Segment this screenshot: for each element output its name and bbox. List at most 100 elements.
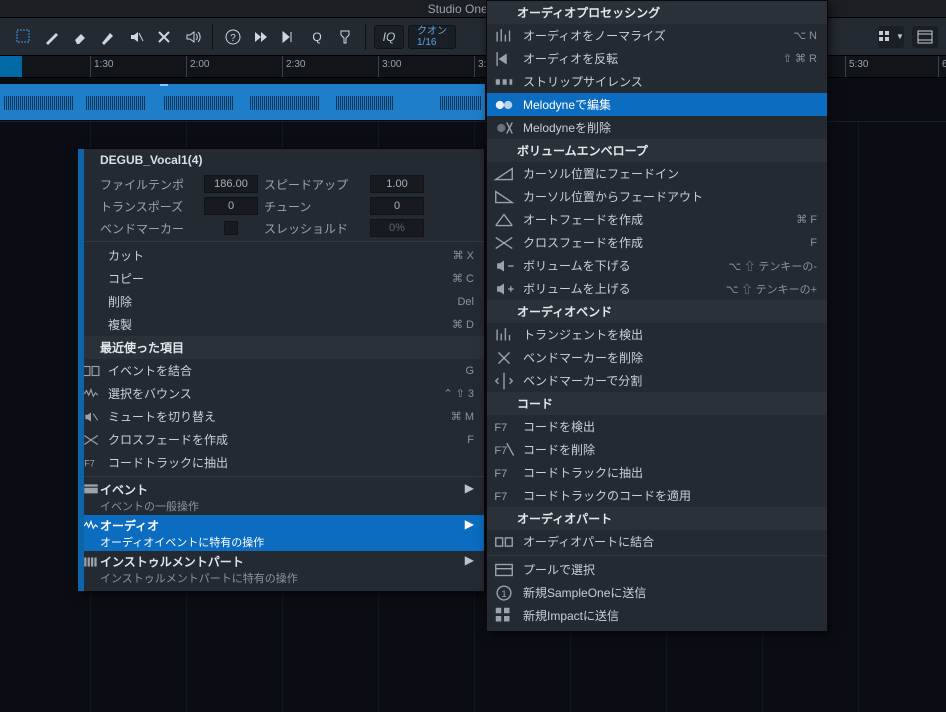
transpose-value[interactable]: 0 [204,197,258,215]
speedup-label: スピードアップ [264,176,364,193]
menu-extract-chord-track[interactable]: F7 コードトラックに抽出 [78,451,484,474]
svg-text:F7: F7 [494,445,507,457]
menu-clip-name: DEGUB_Vocal1(4) [78,149,484,173]
sub-strip-silence[interactable]: ストリップサイレンス [487,70,827,93]
menu-cut[interactable]: カット ⌘ X [78,244,484,267]
selection-tool-icon[interactable] [12,25,36,49]
menu-accent-bar [78,149,84,591]
ruler-tick [378,56,379,77]
split-tool-icon[interactable] [152,25,176,49]
sub-send-sampleone[interactable]: 1 新規SampleOneに送信 [487,581,827,604]
paint-tool-icon[interactable] [96,25,120,49]
ruler-tick [186,56,187,77]
sub-split-bend-markers[interactable]: ベンドマーカーで分割 [487,369,827,392]
sub-select-in-pool[interactable]: プールで選択 [487,558,827,581]
transpose-label: トランスポーズ [100,198,198,215]
sub-melodyne-edit[interactable]: Melodyneで編集 [487,93,827,116]
sub-delete-chords[interactable]: F7 コードを削除 [487,438,827,461]
crossfade-icon [493,235,515,251]
film-view-icon[interactable] [912,26,938,48]
transient-icon [493,327,515,343]
sub-crossfade[interactable]: クロスフェードを作成 F [487,231,827,254]
svg-text:F7: F7 [494,422,507,434]
grid-view-icon[interactable]: ▼ [878,26,904,48]
menu-create-crossfade[interactable]: クロスフェードを作成 F [78,428,484,451]
svg-text:1: 1 [501,589,506,600]
bend-marker-checkbox[interactable] [224,221,238,235]
menu-recent-header: 最近使った項目 [78,336,484,359]
sub-autofade[interactable]: オートフェードを作成 ⌘ F [487,208,827,231]
menu-copy[interactable]: コピー ⌘ C [78,267,484,290]
menu-group-audio[interactable]: オーディオ オーディオイベントに特有の操作 ▶ [78,515,484,551]
chord-detect-icon: F7 [493,419,515,435]
param-bend-row: ベンドマーカー スレッショルド 0% [78,217,484,239]
menu-group-event[interactable]: イベント イベントの一般操作 ▶ [78,479,484,515]
file-tempo-value[interactable]: 186.00 [204,175,258,193]
audio-group-icon [82,517,100,538]
sampleone-icon: 1 [493,585,515,601]
action-icon[interactable] [333,25,357,49]
tab-forward-icon[interactable] [277,25,301,49]
help-icon[interactable]: ? [221,25,245,49]
bend-delete-icon [493,350,515,366]
erase-tool-icon[interactable] [68,25,92,49]
quantize-icon[interactable]: Q [305,25,329,49]
draw-tool-icon[interactable] [40,25,64,49]
sub-vol-down[interactable]: ボリュームを下げる ⌥ ⇧ テンキーの- [487,254,827,277]
melodyne-delete-icon [493,120,515,136]
ruler-start-marker[interactable] [0,56,22,77]
threshold-label: スレッショルド [264,220,364,237]
sub-melodyne-delete[interactable]: Melodyneを削除 [487,116,827,139]
sub-normalize[interactable]: オーディオをノーマライズ ⌥ N [487,24,827,47]
svg-text:F7: F7 [84,458,95,468]
volup-icon [493,281,515,297]
fadeout-icon [493,189,515,205]
param-transpose-row: トランスポーズ 0 チューン 0 [78,195,484,217]
sub-apply-chord-track[interactable]: F7 コードトラックのコードを適用 [487,484,827,507]
sub-detect-transients[interactable]: トランジェントを検出 [487,323,827,346]
audio-event[interactable] [0,84,485,120]
event-group-icon [82,481,100,502]
sub-fade-out[interactable]: カーソル位置からフェードアウト [487,185,827,208]
sub-head-chord: コード [487,392,827,415]
normalize-icon [493,28,515,44]
listen-tool-icon[interactable] [180,25,204,49]
reverse-icon [493,51,515,67]
menu-merge-events[interactable]: イベントを結合 G [78,359,484,382]
autofade-icon [493,212,515,228]
sub-head-processing: オーディオプロセッシング [487,1,827,24]
sub-extract-chord-track[interactable]: F7 コードトラックに抽出 [487,461,827,484]
sub-head-part: オーディオパート [487,507,827,530]
ruler-tick [282,56,283,77]
sub-merge-part[interactable]: オーディオパートに結合 [487,530,827,553]
mute-tool-icon[interactable] [124,25,148,49]
sub-send-impact[interactable]: 新規Impactに送信 [487,604,827,627]
impact-icon [493,608,515,624]
ruler-tick [938,56,939,77]
threshold-value[interactable]: 0% [370,219,424,237]
clip-sync-handle[interactable] [160,84,168,86]
skip-forward-icon[interactable] [249,25,273,49]
merge-icon [82,363,100,379]
chord-extract-icon: F7 [493,465,515,481]
sub-head-bend: オーディオベンド [487,300,827,323]
iq-display[interactable]: IQ [374,25,404,49]
sub-detect-chords[interactable]: F7 コードを検出 [487,415,827,438]
sub-reverse[interactable]: オーディオを反転 ⇧ ⌘ R [487,47,827,70]
fadein-icon [493,166,515,182]
part-merge-icon [493,534,515,550]
speedup-value[interactable]: 1.00 [370,175,424,193]
chord-apply-icon: F7 [493,488,515,504]
menu-delete[interactable]: 削除 Del [78,290,484,313]
menu-bounce[interactable]: 選択をバウンス ⌃ ⇧ 3 [78,382,484,405]
menu-duplicate[interactable]: 複製 ⌘ D [78,313,484,336]
tune-value[interactable]: 0 [370,197,424,215]
menu-toggle-mute[interactable]: ミュートを切り替え ⌘ M [78,405,484,428]
param-file-tempo-row: ファイルテンポ 186.00 スピードアップ 1.00 [78,173,484,195]
quantize-value[interactable]: クオン 1/16 [408,25,456,49]
menu-group-instrument[interactable]: インストゥルメントパート インストゥルメントパートに特有の操作 ▶ [78,551,484,587]
sub-vol-up[interactable]: ボリュームを上げる ⌥ ⇧ テンキーの+ [487,277,827,300]
sub-delete-bend-markers[interactable]: ベンドマーカーを削除 [487,346,827,369]
sub-fade-in[interactable]: カーソル位置にフェードイン [487,162,827,185]
melodyne-icon [493,97,515,113]
